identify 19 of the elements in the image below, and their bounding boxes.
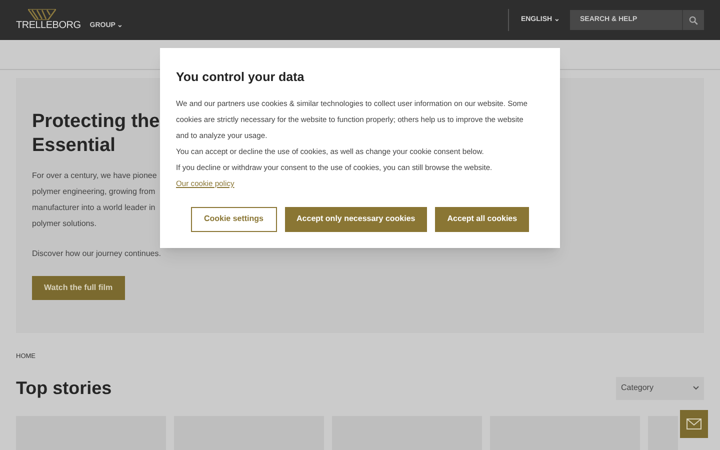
envelope-icon xyxy=(686,418,702,430)
brand-logo[interactable]: TRELLEBORG xyxy=(16,9,81,31)
search-icon[interactable] xyxy=(689,16,698,24)
hero-text-line: polymer engineering, growing from xyxy=(32,186,156,198)
section-title: Top stories xyxy=(16,376,112,400)
chevron-icon xyxy=(693,386,699,390)
dialog-title: You control your data xyxy=(176,69,306,86)
consent-button[interactable]: Accept all cookies xyxy=(435,206,530,232)
mail-button[interactable] xyxy=(680,410,708,438)
consent-button[interactable]: Cookie settings xyxy=(190,206,277,232)
hero-note: Discover how our journey continues. xyxy=(32,248,161,260)
hero-title: Protecting the Essential xyxy=(32,110,160,158)
hero-text-line: For over a century, we have pionee xyxy=(32,170,157,182)
hero-text-line: polymer solutions. xyxy=(32,218,96,230)
hero-text-line: manufacturer into a world leader in xyxy=(32,202,156,214)
watch-film-button[interactable]: Watch the full film xyxy=(32,276,125,300)
consent-button[interactable]: Accept only necessary cookies xyxy=(284,206,428,232)
logo-mark-icon xyxy=(28,9,56,20)
category-select[interactable]: Category xyxy=(616,376,704,400)
